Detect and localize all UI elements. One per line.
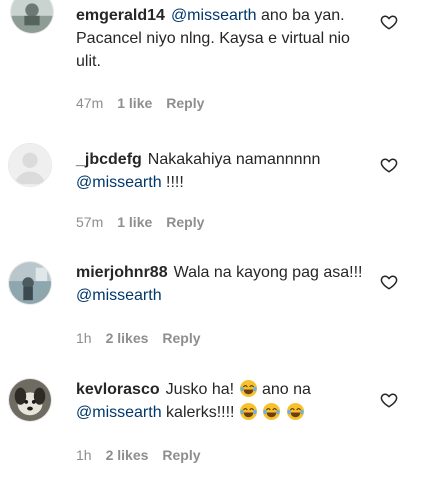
comment-item: kevlorasco Jusko ha! ano na @missearth ka… — [0, 375, 424, 492]
comment-username[interactable]: _jbcdefg — [76, 151, 142, 168]
comment-mention[interactable]: @missearth — [171, 7, 257, 24]
comment-item: emgerald14 @missearth ano ba yan. Pacance… — [0, 0, 424, 115]
comment-time: 47m — [76, 95, 104, 111]
photo-avatar-icon — [9, 262, 51, 304]
comment-username[interactable]: mierjohnr88 — [76, 264, 168, 281]
heart-icon[interactable] — [380, 391, 398, 409]
comment-item: _jbcdefg Nakakahiya namannnnn @missearth … — [0, 140, 424, 257]
reply-button[interactable]: Reply — [162, 447, 200, 463]
comment-item: mierjohnr88 Wala na kayong pag asa!!! @mi… — [0, 258, 424, 375]
reply-button[interactable]: Reply — [166, 95, 204, 111]
comment-body: Nakakahiya namannnnn — [147, 151, 321, 168]
comment-text: kevlorasco Jusko ha! ano na @missearth ka… — [76, 378, 376, 424]
photo-avatar-icon — [11, 0, 53, 33]
comment-body: Wala na kayong pag asa!!! — [173, 264, 363, 281]
comment-likes[interactable]: 2 likes — [106, 447, 149, 463]
comment-text: emgerald14 @missearth ano ba yan. Pacance… — [76, 4, 376, 73]
comment-text: _jbcdefg Nakakahiya namannnnn @missearth … — [76, 148, 376, 194]
comment-time: 1h — [76, 447, 92, 463]
comment-likes[interactable]: 1 like — [117, 95, 152, 111]
comment-body-mid: ano na — [257, 381, 311, 398]
avatar[interactable] — [10, 0, 54, 34]
comment-mention[interactable]: @missearth — [76, 404, 162, 421]
dog-photo-avatar-icon — [9, 379, 51, 421]
heart-icon[interactable] — [380, 13, 398, 31]
comment-time: 57m — [76, 214, 104, 230]
comment-username[interactable]: emgerald14 — [76, 7, 165, 24]
comment-mention[interactable]: @missearth — [76, 174, 162, 191]
tears-of-joy-emoji-icon — [239, 379, 258, 398]
comment-time: 1h — [76, 330, 92, 346]
comment-meta: 47m 1 like Reply — [76, 95, 218, 111]
comment-text: mierjohnr88 Wala na kayong pag asa!!! @mi… — [76, 261, 376, 307]
comment-username[interactable]: kevlorasco — [76, 381, 160, 398]
avatar[interactable] — [8, 143, 52, 187]
avatar[interactable] — [8, 378, 52, 422]
comment-likes[interactable]: 1 like — [117, 214, 152, 230]
comment-likes[interactable]: 2 likes — [106, 330, 149, 346]
reply-button[interactable]: Reply — [162, 330, 200, 346]
comment-mention[interactable]: @missearth — [76, 287, 162, 304]
comment-body-end: kalerks!!!! — [161, 404, 239, 421]
avatar[interactable] — [8, 261, 52, 305]
comment-meta: 1h 2 likes Reply — [76, 447, 215, 463]
reply-button[interactable]: Reply — [166, 214, 204, 230]
heart-icon[interactable] — [380, 273, 398, 291]
comment-meta: 57m 1 like Reply — [76, 214, 218, 230]
tears-of-joy-emoji-icon — [286, 402, 305, 421]
comment-body-end: !!!! — [161, 174, 184, 191]
heart-icon[interactable] — [380, 156, 398, 174]
tears-of-joy-emoji-icon — [239, 402, 258, 421]
tears-of-joy-emoji-icon — [262, 402, 281, 421]
comment-body: Jusko ha! — [165, 381, 239, 398]
comment-meta: 1h 2 likes Reply — [76, 330, 215, 346]
default-avatar-icon — [9, 144, 51, 186]
